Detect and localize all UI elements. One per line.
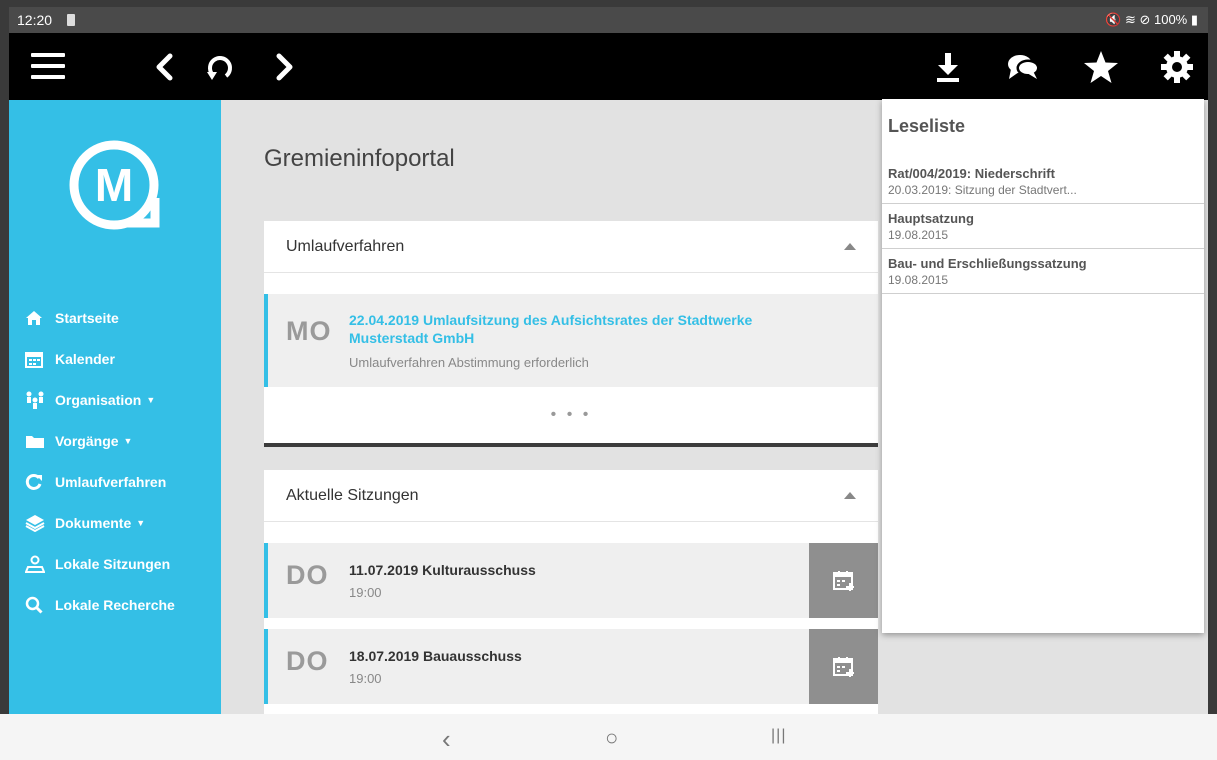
entry-day: DO [286, 646, 329, 676]
sidebar-nav: Startseite Kalender Organisation ▼ Vorgä… [25, 297, 175, 625]
entry-subtitle: Umlaufverfahren Abstimmung erforderlich [349, 355, 589, 370]
aktuelle-sitzungen-card: Aktuelle Sitzungen DO 11.07.2019 Kultura… [264, 470, 878, 714]
reading-list-item[interactable]: Hauptsatzung 19.08.2015 [882, 204, 1204, 249]
page-title: Gremieninfoportal [264, 145, 455, 172]
sidebar-item-label: Kalender [55, 350, 115, 367]
umlaufverfahren-header[interactable]: Umlaufverfahren [264, 221, 878, 273]
chat-icon[interactable] [1005, 51, 1041, 83]
umlauf-entry[interactable]: MO 22.04.2019 Umlaufsitzung des Aufsicht… [264, 294, 878, 387]
sidebar-item-umlaufverfahren[interactable]: Umlaufverfahren [25, 461, 175, 502]
aktuelle-sitzungen-header[interactable]: Aktuelle Sitzungen [264, 470, 878, 522]
sidebar-item-kalender[interactable]: Kalender [25, 338, 175, 379]
hamburger-icon[interactable] [31, 53, 65, 79]
add-to-calendar-button[interactable] [809, 543, 878, 618]
entry-title-link[interactable]: 22.04.2019 Umlaufsitzung des Aufsichtsra… [349, 311, 819, 347]
reading-list-item-sub: 20.03.2019: Sitzung der Stadtvert... [888, 183, 1077, 197]
people-icon [25, 391, 51, 409]
folder-icon [25, 432, 51, 450]
reading-list-item[interactable]: Bau- und Erschließungssatzung 19.08.2015 [882, 249, 1204, 294]
sidebar-item-label: Dokumente [55, 514, 132, 531]
entry-title[interactable]: 18.07.2019 Bauausschuss [349, 648, 522, 664]
sidebar-item-vorgaenge[interactable]: Vorgänge ▼ [25, 420, 175, 461]
card-title: Umlaufverfahren [286, 237, 405, 255]
calendar-add-icon [832, 570, 854, 591]
reading-list-dropdown: Leseliste Rat/004/2019: Niederschrift 20… [882, 99, 1204, 633]
entry-day: DO [286, 560, 329, 590]
star-icon[interactable] [1083, 50, 1119, 84]
sidebar-item-label: Organisation [55, 391, 142, 408]
reading-list-item-sub: 19.08.2015 [888, 228, 949, 242]
meeting-entry[interactable]: DO 11.07.2019 Kulturausschuss 19:00 [264, 543, 878, 618]
collapse-icon[interactable] [844, 492, 856, 499]
map-person-icon [25, 555, 51, 573]
sim-icon [67, 14, 75, 26]
sidebar-item-label: Startseite [55, 309, 119, 326]
refresh-icon [25, 473, 51, 491]
chevron-left-icon[interactable] [154, 53, 174, 81]
reload-icon[interactable] [204, 52, 236, 84]
reading-list-item[interactable]: Rat/004/2019: Niederschrift 20.03.2019: … [882, 159, 1204, 204]
home-icon [25, 309, 51, 327]
layers-icon [25, 514, 51, 532]
entry-title[interactable]: 11.07.2019 Kulturausschuss [349, 562, 536, 578]
sidebar-item-dokumente[interactable]: Dokumente ▼ [25, 502, 175, 543]
android-home-button[interactable]: ○ [605, 725, 618, 751]
calendar-add-icon [832, 656, 854, 677]
calendar-icon [25, 350, 51, 368]
collapse-icon[interactable] [844, 243, 856, 250]
more-button[interactable]: • • • [264, 387, 878, 442]
download-icon[interactable] [935, 51, 961, 83]
reading-list-item-title: Hauptsatzung [888, 211, 974, 226]
entry-day: MO [286, 316, 332, 346]
card-title: Aktuelle Sitzungen [286, 486, 419, 504]
add-to-calendar-button[interactable] [809, 629, 878, 704]
sidebar-item-lokale-sitzungen[interactable]: Lokale Sitzungen [25, 543, 175, 584]
chevron-down-icon: ▼ [146, 394, 156, 405]
sidebar-item-lokale-recherche[interactable]: Lokale Recherche [25, 584, 175, 625]
entry-time: 19:00 [349, 585, 382, 600]
chevron-down-icon: ▼ [136, 517, 146, 528]
chevron-right-icon[interactable] [275, 53, 295, 81]
status-bar: 12:20 🔇 ≋ ⊘ 100% ▮ [9, 7, 1208, 33]
sidebar-item-label: Lokale Sitzungen [55, 555, 171, 572]
search-icon [25, 596, 51, 614]
android-nav-bar: ‹ ○ ||| [0, 714, 1217, 760]
reading-list-title: Leseliste [888, 116, 966, 136]
entry-time: 19:00 [349, 671, 382, 686]
gear-icon[interactable] [1160, 50, 1194, 84]
sidebar-item-label: Umlaufverfahren [55, 473, 167, 490]
chevron-down-icon: ▼ [123, 435, 133, 446]
android-back-button[interactable]: ‹ [442, 724, 451, 755]
top-toolbar [9, 33, 1208, 100]
status-indicators: 🔇 ≋ ⊘ 100% ▮ [1105, 12, 1198, 27]
reading-list-item-title: Bau- und Erschließungssatzung [888, 256, 1087, 271]
umlaufverfahren-card: Umlaufverfahren MO 22.04.2019 Umlaufsitz… [264, 221, 878, 447]
status-time: 12:20 [17, 12, 53, 28]
reading-list-item-sub: 19.08.2015 [888, 273, 949, 287]
sidebar-item-organisation[interactable]: Organisation ▼ [25, 379, 175, 420]
sidebar-item-label: Lokale Recherche [55, 596, 175, 613]
reading-list-item-title: Rat/004/2019: Niederschrift [888, 166, 1055, 181]
section-divider [264, 443, 878, 447]
android-recents-button[interactable]: ||| [771, 727, 786, 745]
sidebar-item-startseite[interactable]: Startseite [25, 297, 175, 338]
meeting-entry[interactable]: DO 18.07.2019 Bauausschuss 19:00 [264, 629, 878, 704]
sidebar: M Startseite Kalender Organisation ▼ Vor… [9, 100, 221, 714]
sidebar-item-label: Vorgänge [55, 432, 119, 449]
logo-icon[interactable]: M [67, 138, 161, 232]
logo-letter: M [95, 159, 133, 211]
